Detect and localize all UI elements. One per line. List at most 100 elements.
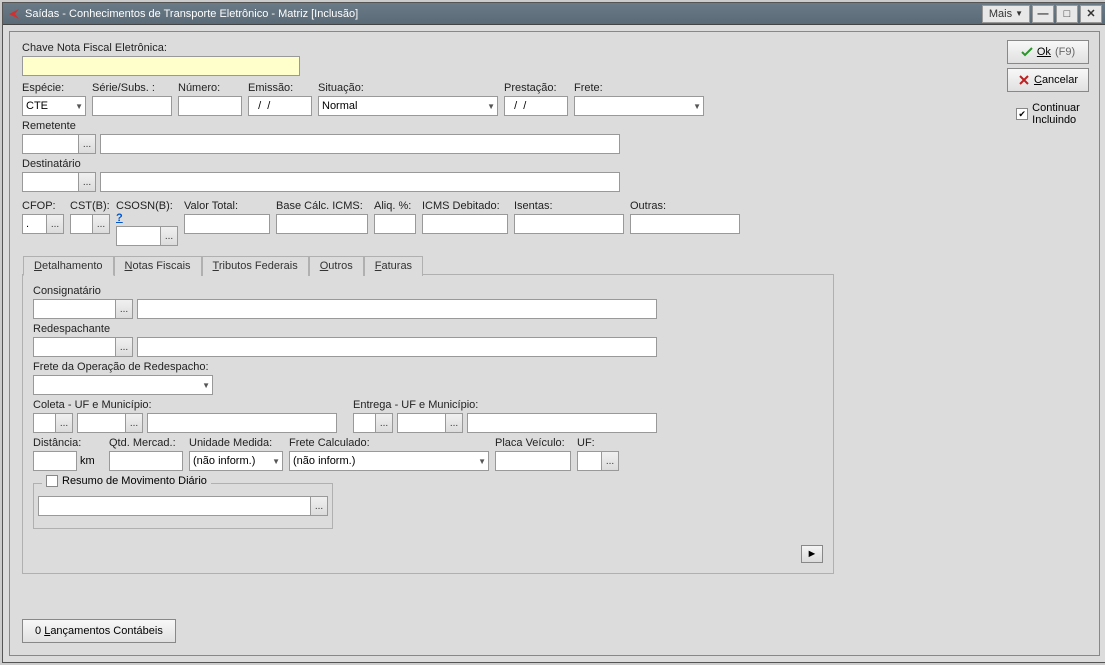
resumo-checkbox[interactable]	[46, 475, 58, 487]
close-button[interactable]: ✕	[1080, 5, 1102, 23]
resumo-label: Resumo de Movimento Diário	[62, 475, 207, 487]
uf-browse-button[interactable]: ...	[601, 451, 619, 471]
resumo-fieldset: Resumo de Movimento Diário ...	[33, 483, 333, 529]
entrega-mun-desc-input[interactable]	[467, 413, 657, 433]
mais-button[interactable]: Mais▼	[982, 5, 1030, 23]
placa-label: Placa Veículo:	[495, 437, 571, 449]
chave-input[interactable]	[22, 56, 300, 76]
entrega-mun-browse[interactable]: ...	[445, 413, 463, 433]
unidade-select[interactable]: (não inform.)▼	[189, 451, 283, 471]
entrega-uf-input[interactable]	[353, 413, 375, 433]
tab-faturas[interactable]: Faturas	[364, 256, 423, 276]
tab-outros[interactable]: Outros	[309, 256, 364, 276]
redespachante-browse-button[interactable]: ...	[115, 337, 133, 357]
app-icon	[7, 7, 21, 21]
numero-label: Número:	[178, 82, 242, 94]
coleta-label: Coleta - UF e Município:	[33, 399, 337, 411]
serie-input[interactable]	[92, 96, 172, 116]
placa-input[interactable]	[495, 451, 571, 471]
qtd-input[interactable]	[109, 451, 183, 471]
chevron-down-icon: ▼	[272, 457, 280, 466]
next-page-button[interactable]: ►	[801, 545, 823, 563]
minimize-button[interactable]: —	[1032, 5, 1054, 23]
aliq-input	[374, 214, 416, 234]
csosn-input	[116, 226, 160, 246]
consignatario-browse-button[interactable]: ...	[115, 299, 133, 319]
icmsdeb-input	[422, 214, 508, 234]
icmsdeb-label: ICMS Debitado:	[422, 200, 508, 212]
window-controls: Mais▼ — □ ✕	[982, 5, 1102, 23]
remetente-browse-button[interactable]: ...	[78, 134, 96, 154]
cfop-browse-button[interactable]: ...	[46, 214, 64, 234]
freteop-label: Frete da Operação de Redespacho:	[33, 361, 213, 373]
cfop-input[interactable]	[22, 214, 46, 234]
action-panel: Ok (F9) Cancelar ✔ Continuar Incluindo	[1007, 40, 1089, 126]
cancel-button[interactable]: Cancelar	[1007, 68, 1089, 92]
uf-input[interactable]	[577, 451, 601, 471]
checkbox-icon: ✔	[1016, 108, 1028, 120]
isentas-input[interactable]	[514, 214, 624, 234]
redespachante-desc-input[interactable]	[137, 337, 657, 357]
remetente-code-group: ...	[22, 134, 96, 154]
prestacao-input[interactable]	[504, 96, 568, 116]
lancamentos-button[interactable]: 0 Lançamentos Contábeis	[22, 619, 176, 643]
valortotal-input[interactable]	[184, 214, 270, 234]
coleta-mun-desc-input[interactable]	[147, 413, 337, 433]
entrega-mun-code-input[interactable]	[397, 413, 445, 433]
remetente-desc-input[interactable]	[100, 134, 620, 154]
cstb-input[interactable]	[70, 214, 92, 234]
coleta-mun-code-input[interactable]	[77, 413, 125, 433]
coleta-mun-browse[interactable]: ...	[125, 413, 143, 433]
prestacao-label: Prestação:	[504, 82, 568, 94]
coleta-uf-input[interactable]	[33, 413, 55, 433]
csosn-help-link[interactable]: ?	[116, 212, 123, 224]
cstb-browse-button[interactable]: ...	[92, 214, 110, 234]
entrega-uf-browse[interactable]: ...	[375, 413, 393, 433]
redespachante-code-input[interactable]	[33, 337, 115, 357]
destinatario-browse-button[interactable]: ...	[78, 172, 96, 192]
consignatario-label: Consignatário	[33, 285, 823, 297]
frete-select[interactable]: ▼	[574, 96, 704, 116]
tab-detalhamento[interactable]: Detalhamento	[23, 256, 114, 276]
maximize-button[interactable]: □	[1056, 5, 1078, 23]
resumo-input	[38, 496, 310, 516]
distancia-input[interactable]	[33, 451, 77, 471]
window-title: Saídas - Conhecimentos de Transporte Ele…	[25, 8, 982, 20]
serie-label: Série/Subs. :	[92, 82, 172, 94]
window: Saídas - Conhecimentos de Transporte Ele…	[2, 2, 1105, 663]
chevron-down-icon: ▼	[693, 102, 701, 111]
chevron-down-icon: ▼	[202, 381, 210, 390]
entrega-label: Entrega - UF e Município:	[353, 399, 657, 411]
consignatario-code-input[interactable]	[33, 299, 115, 319]
destinatario-code-input[interactable]	[22, 172, 78, 192]
freteop-select[interactable]: ▼	[33, 375, 213, 395]
fretecalc-select[interactable]: (não inform.)▼	[289, 451, 489, 471]
destinatario-desc-input[interactable]	[100, 172, 620, 192]
cfop-label: CFOP:	[22, 200, 64, 212]
ok-button[interactable]: Ok (F9)	[1007, 40, 1089, 64]
frete-label: Frete:	[574, 82, 704, 94]
titlebar: Saídas - Conhecimentos de Transporte Ele…	[3, 3, 1105, 25]
content-panel: Ok (F9) Cancelar ✔ Continuar Incluindo C…	[9, 31, 1100, 656]
aliq-label: Aliq. %:	[374, 200, 416, 212]
especie-select[interactable]: CTE▼	[22, 96, 86, 116]
csosn-browse-button[interactable]: ...	[160, 226, 178, 246]
tab-notas-fiscais[interactable]: Notas Fiscais	[114, 256, 202, 276]
chevron-down-icon: ▼	[478, 457, 486, 466]
numero-input[interactable]	[178, 96, 242, 116]
resumo-browse-button[interactable]: ...	[310, 496, 328, 516]
emissao-input[interactable]	[248, 96, 312, 116]
outras-input[interactable]	[630, 214, 740, 234]
consignatario-desc-input[interactable]	[137, 299, 657, 319]
check-icon	[1021, 46, 1033, 58]
situacao-select[interactable]: Normal▼	[318, 96, 498, 116]
remetente-label: Remetente	[22, 120, 1087, 132]
tab-tributos-federais[interactable]: Tributos Federais	[202, 256, 309, 276]
destinatario-code-group: ...	[22, 172, 96, 192]
remetente-code-input[interactable]	[22, 134, 78, 154]
coleta-uf-browse[interactable]: ...	[55, 413, 73, 433]
fretecalc-label: Frete Calculado:	[289, 437, 489, 449]
destinatario-label: Destinatário	[22, 158, 1087, 170]
redespachante-label: Redespachante	[33, 323, 823, 335]
continuar-checkbox[interactable]: ✔ Continuar Incluindo	[1007, 102, 1089, 126]
